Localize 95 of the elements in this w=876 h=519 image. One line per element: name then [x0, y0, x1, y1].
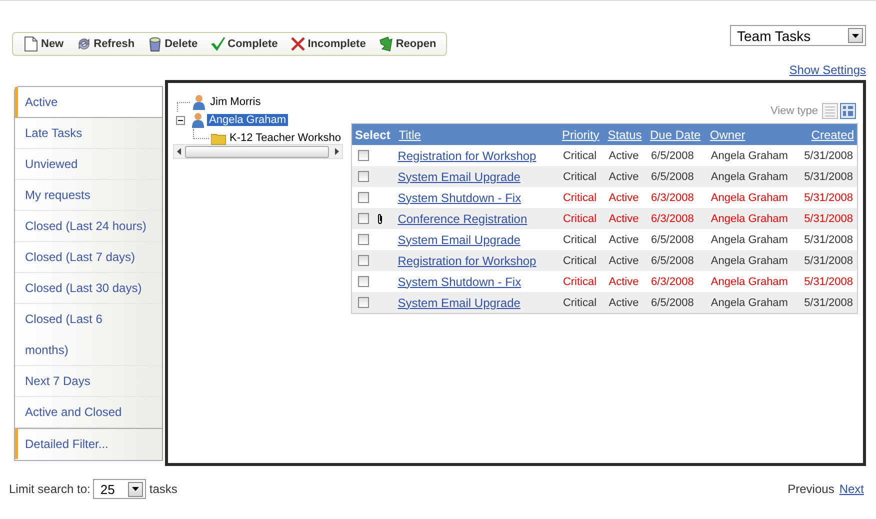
row-checkbox[interactable]: [358, 213, 369, 224]
column-header: Select: [355, 128, 390, 142]
sidebar-item[interactable]: My requests: [15, 180, 162, 211]
collapse-icon[interactable]: [176, 116, 185, 124]
table-cell: 6/5/2008: [651, 150, 694, 162]
row-checkbox[interactable]: [358, 276, 369, 287]
table-cell: Active: [608, 212, 639, 224]
table-cell: 6/5/2008: [651, 170, 694, 182]
table-cell: Angela Graham: [710, 150, 788, 162]
view-select[interactable]: Team Tasks: [730, 25, 866, 46]
table-cell: Critical: [562, 192, 597, 204]
scroll-right-icon[interactable]: [335, 148, 339, 155]
complete-button[interactable]: Complete: [206, 34, 282, 54]
table-cell: Active: [608, 150, 639, 162]
task-title-link[interactable]: System Email Upgrade: [398, 232, 520, 246]
tree-node[interactable]: Jim Morris: [208, 96, 263, 108]
reopen-button[interactable]: Reopen: [374, 34, 440, 54]
task-title-link[interactable]: System Shutdown - Fix: [398, 274, 522, 288]
table-cell: Active: [608, 192, 639, 204]
row-checkbox[interactable]: [358, 192, 369, 203]
sidebar-item[interactable]: Closed (Last 24 hours): [15, 211, 162, 242]
task-title-link[interactable]: Registration for Workshop: [398, 148, 536, 162]
row-checkbox[interactable]: [358, 150, 369, 161]
checkmark-icon: [210, 36, 226, 52]
table-cell: Active: [608, 254, 639, 266]
table-cell: Active: [608, 276, 639, 288]
table-cell: 5/31/2008: [804, 150, 853, 162]
table-cell: Angela Graham: [710, 192, 788, 204]
new-button[interactable]: New: [19, 34, 68, 54]
table-cell: 5/31/2008: [804, 192, 853, 204]
table-cell: Active: [608, 296, 639, 308]
view-type-label: View type: [770, 105, 818, 117]
table-cell: Critical: [562, 170, 597, 182]
refresh-button[interactable]: Refresh: [72, 34, 139, 54]
table-cell: 5/31/2008: [804, 234, 853, 246]
sidebar-item[interactable]: Closed (Last 6 months): [15, 304, 162, 366]
table-cell: 5/31/2008: [804, 170, 853, 182]
limit-suffix: tasks: [149, 482, 178, 496]
table-cell: Critical: [562, 234, 597, 246]
sidebar-item[interactable]: Closed (Last 7 days): [15, 242, 162, 273]
tree-node[interactable]: Angela Graham: [207, 114, 288, 126]
trash-can-icon: [146, 36, 163, 52]
table-cell: 6/5/2008: [651, 234, 694, 246]
table-cell: 6/5/2008: [651, 254, 694, 266]
table-cell: 6/3/2008: [651, 276, 694, 288]
column-header[interactable]: Title: [398, 128, 421, 142]
table-cell: 5/31/2008: [804, 212, 853, 224]
delete-button[interactable]: Delete: [142, 34, 202, 54]
table-cell: Angela Graham: [710, 170, 788, 182]
show-settings-link[interactable]: Show Settings: [789, 63, 866, 77]
tree-node[interactable]: K-12 Teacher Worksho: [228, 132, 343, 144]
table-cell: 5/31/2008: [804, 276, 853, 288]
limit-select[interactable]: 25: [93, 479, 146, 499]
table-cell: 6/3/2008: [651, 192, 694, 204]
arrow-icon: [378, 36, 394, 52]
sidebar-item[interactable]: Detailed Filter...: [15, 428, 162, 459]
previous-label: Previous: [788, 482, 834, 496]
table-cell: Angela Graham: [710, 234, 788, 246]
sidebar-item[interactable]: Closed (Last 30 days): [15, 273, 162, 304]
table-cell: Critical: [562, 276, 597, 288]
table-cell: Angela Graham: [710, 212, 788, 224]
row-checkbox[interactable]: [358, 234, 369, 245]
sidebar-item[interactable]: Late Tasks: [15, 118, 162, 149]
grid-view-icon[interactable]: [840, 103, 856, 119]
table-cell: Active: [608, 170, 639, 182]
incomplete-button[interactable]: Incomplete: [286, 34, 370, 54]
table-cell: Active: [608, 234, 639, 246]
horizontal-scrollbar[interactable]: [173, 144, 343, 159]
table-cell: 6/3/2008: [651, 212, 694, 224]
task-title-link[interactable]: System Shutdown - Fix: [398, 190, 522, 204]
x-mark-icon: [290, 36, 306, 52]
refresh-icon: [76, 36, 92, 52]
limit-label: Limit search to:: [9, 482, 90, 496]
table-cell: 5/31/2008: [804, 296, 853, 308]
row-checkbox[interactable]: [358, 255, 369, 266]
sidebar-item[interactable]: Next 7 Days: [15, 366, 162, 397]
next-link[interactable]: Next: [839, 482, 864, 496]
sidebar-item[interactable]: Active: [15, 87, 162, 118]
table-cell: Critical: [562, 296, 597, 308]
table-cell: Critical: [562, 150, 597, 162]
row-checkbox[interactable]: [358, 297, 369, 308]
table-cell: Critical: [562, 254, 597, 266]
person-icon: [192, 94, 206, 110]
document-icon: [23, 36, 39, 52]
table-cell: Critical: [562, 212, 597, 224]
table-cell: 6/5/2008: [651, 296, 694, 308]
sidebar-item[interactable]: Unviewed: [15, 149, 162, 180]
person-icon: [191, 112, 205, 128]
table-cell: 5/31/2008: [804, 254, 853, 266]
table-cell: Angela Graham: [710, 296, 788, 308]
sidebar-item[interactable]: Active and Closed: [15, 397, 162, 428]
row-checkbox[interactable]: [358, 171, 369, 182]
scroll-left-icon[interactable]: [177, 148, 181, 155]
table-cell: Angela Graham: [710, 276, 788, 288]
table-cell: Angela Graham: [710, 254, 788, 266]
